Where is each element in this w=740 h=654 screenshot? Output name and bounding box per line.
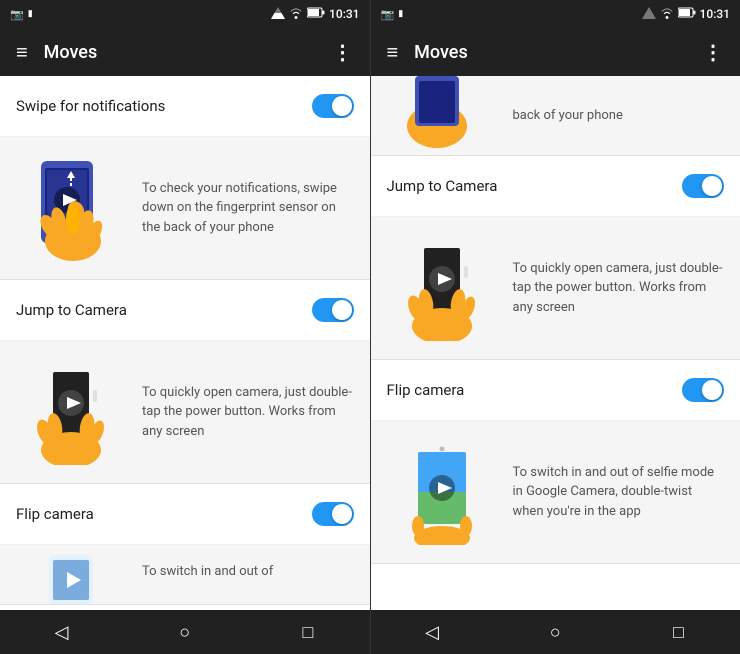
camera-demo-image-2 bbox=[387, 233, 497, 343]
camera-demo-text: To quickly open camera, just double-tap … bbox=[142, 383, 354, 442]
back-button-2[interactable]: ◁ bbox=[410, 610, 454, 654]
status-bar-left-1: 📷 ▮ bbox=[10, 8, 33, 21]
time-1: 10:31 bbox=[329, 7, 359, 21]
partial-swipe-image bbox=[387, 76, 497, 156]
flip-demo-text-2: To switch in and out of selfie mode in G… bbox=[513, 463, 725, 522]
swipe-illustration bbox=[21, 156, 121, 261]
notification-icon-2b: ▮ bbox=[398, 9, 403, 19]
flip-demo-card-2: To switch in and out of selfie mode in G… bbox=[371, 421, 740, 564]
swipe-demo-text: To check your notifications, swipe down … bbox=[142, 179, 354, 238]
status-bar-2: 📷 ▮ bbox=[371, 0, 740, 28]
content-2: back of your phone Jump to Camera bbox=[371, 76, 740, 610]
camera-notification-icon-2: 📷 bbox=[381, 8, 395, 21]
flip-illustration bbox=[392, 440, 492, 545]
panel-1: 📷 ▮ bbox=[0, 0, 370, 654]
camera-label: Jump to Camera bbox=[16, 301, 312, 319]
wifi-icon-1 bbox=[289, 7, 303, 22]
more-icon-1[interactable]: ⋮ bbox=[333, 40, 354, 64]
panel-2: 📷 ▮ bbox=[371, 0, 740, 654]
setting-row-flip: Flip camera bbox=[0, 484, 370, 545]
camera-demo-card-2: To quickly open camera, just double-tap … bbox=[371, 217, 740, 360]
more-icon-2[interactable]: ⋮ bbox=[703, 40, 724, 64]
camera-demo-text-2: To quickly open camera, just double-tap … bbox=[513, 259, 725, 318]
partial-swipe-text: back of your phone bbox=[513, 106, 725, 126]
toolbar-2: ≡ Moves ⋮ bbox=[371, 28, 740, 76]
flip-demo-text-partial: To switch in and out of bbox=[142, 562, 354, 582]
nav-bar-1: ◁ ○ □ bbox=[0, 610, 370, 654]
flip-toggle[interactable] bbox=[312, 502, 354, 526]
home-button-1[interactable]: ○ bbox=[163, 610, 207, 654]
status-bar-left-2: 📷 ▮ bbox=[381, 8, 404, 21]
swipe-demo-image bbox=[16, 153, 126, 263]
camera-demo-image bbox=[16, 357, 126, 467]
setting-row-swipe: Swipe for notifications bbox=[0, 76, 370, 137]
home-button-2[interactable]: ○ bbox=[533, 610, 577, 654]
camera-toggle[interactable] bbox=[312, 298, 354, 322]
notification-icon-2: ▮ bbox=[28, 9, 33, 19]
signal-icon-2 bbox=[642, 7, 656, 22]
signal-icon-1 bbox=[271, 7, 285, 22]
camera-notification-icon: 📷 bbox=[10, 8, 24, 21]
nav-bar-2: ◁ ○ □ bbox=[371, 610, 740, 654]
time-2: 10:31 bbox=[700, 7, 730, 21]
toolbar-1: ≡ Moves ⋮ bbox=[0, 28, 370, 76]
battery-icon-2 bbox=[678, 7, 696, 21]
swipe-label: Swipe for notifications bbox=[16, 97, 312, 115]
recent-button-1[interactable]: □ bbox=[286, 610, 330, 654]
partial-swipe-svg bbox=[387, 76, 487, 156]
camera-toggle-2[interactable] bbox=[682, 174, 724, 198]
flip-toggle-2[interactable] bbox=[682, 378, 724, 402]
flip-demo-image-partial bbox=[16, 555, 126, 605]
setting-row-flip-2: Flip camera bbox=[371, 360, 740, 421]
back-button-1[interactable]: ◁ bbox=[40, 610, 84, 654]
camera-illustration bbox=[21, 360, 121, 465]
partial-swipe-card: back of your phone bbox=[371, 76, 740, 156]
status-bar-right-1: 10:31 bbox=[271, 7, 359, 22]
flip-label-2: Flip camera bbox=[387, 381, 683, 399]
toolbar-title-1: Moves bbox=[44, 42, 333, 63]
battery-icon-1 bbox=[307, 7, 325, 21]
content-1: Swipe for notifications bbox=[0, 76, 370, 610]
recent-button-2[interactable]: □ bbox=[656, 610, 700, 654]
camera-demo-card: To quickly open camera, just double-tap … bbox=[0, 341, 370, 484]
flip-partial-illustration bbox=[21, 555, 121, 605]
flip-demo-image-2 bbox=[387, 437, 497, 547]
swipe-demo-card: To check your notifications, swipe down … bbox=[0, 137, 370, 280]
wifi-icon-2 bbox=[660, 7, 674, 22]
setting-row-camera-2: Jump to Camera bbox=[371, 156, 740, 217]
menu-icon-1[interactable]: ≡ bbox=[16, 40, 28, 65]
status-bar-right-2: 10:31 bbox=[642, 7, 730, 22]
setting-row-camera: Jump to Camera bbox=[0, 280, 370, 341]
flip-label: Flip camera bbox=[16, 505, 312, 523]
menu-icon-2[interactable]: ≡ bbox=[387, 40, 399, 65]
camera-illustration-2 bbox=[392, 236, 492, 341]
camera-label-2: Jump to Camera bbox=[387, 177, 683, 195]
flip-demo-card-partial: To switch in and out of bbox=[0, 545, 370, 605]
toolbar-title-2: Moves bbox=[414, 42, 703, 63]
swipe-toggle[interactable] bbox=[312, 94, 354, 118]
status-bar-1: 📷 ▮ bbox=[0, 0, 370, 28]
